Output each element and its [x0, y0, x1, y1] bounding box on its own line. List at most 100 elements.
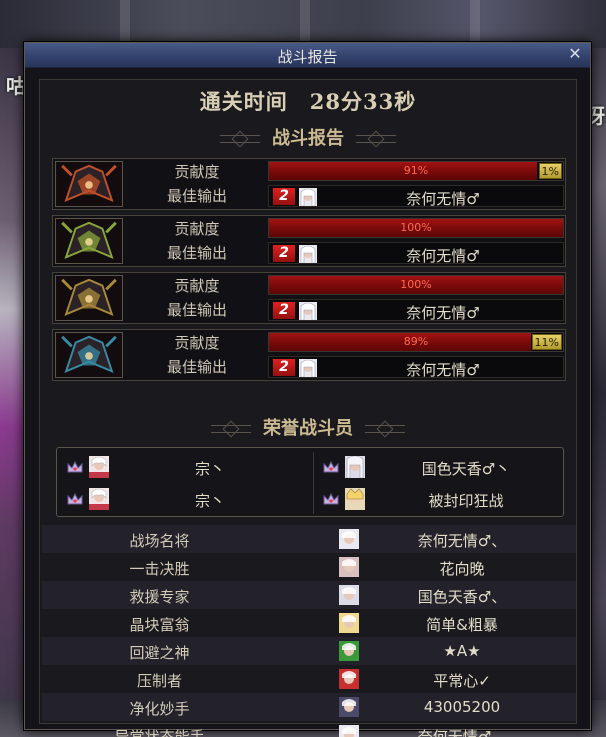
award-title: 救援专家: [129, 588, 190, 606]
honor-member[interactable]: 宗丶: [67, 454, 303, 482]
award-row: 救援专家 国色天香♂、: [42, 581, 576, 609]
avatar: [339, 529, 359, 549]
boss-portrait: [55, 218, 123, 264]
best-output-player-name: 奈何无情♂: [406, 190, 480, 208]
boss-portrait: [55, 332, 123, 378]
award-winner[interactable]: 奈何无情♂、: [372, 530, 552, 551]
award-title: 净化妙手: [129, 700, 190, 718]
avatar: [299, 188, 317, 206]
award-title: 一击决胜: [129, 560, 190, 578]
award-title: 战场名将: [129, 532, 190, 550]
award-row: 一击决胜 花向晚: [42, 553, 576, 581]
clear-time-value: 28分33秒: [309, 89, 417, 114]
best-output-player[interactable]: 2 奈何无情♂: [268, 185, 564, 208]
award-row: 异常状态能手 奈何无情♂、: [42, 721, 576, 737]
award-winner[interactable]: ★A★: [372, 642, 552, 660]
award-winner[interactable]: 简单&粗暴: [372, 614, 552, 635]
best-output-player-name: 奈何无情♂: [406, 304, 480, 322]
award-winner[interactable]: 花向晚: [372, 558, 552, 579]
award-winner[interactable]: 奈何无情♂、: [372, 726, 552, 737]
boss-contribution-row: 贡献度最佳输出 89% 11% 2 奈何无情♂: [52, 329, 566, 381]
avatar: [339, 613, 359, 633]
contribution-percent: 100%: [400, 221, 432, 234]
crown-icon: [323, 492, 339, 505]
boss-contribution-row: 贡献度 最佳输出 100% 2 奈何无情♂: [52, 272, 566, 324]
avatar: [299, 359, 317, 377]
battle-report-window: 战斗报告 ✕ 通关时间 28分33秒 战斗报告 贡献度 最佳输出 91% 1% 2 奈何无情…: [24, 42, 591, 737]
best-output-player-name: 奈何无情♂: [406, 361, 480, 379]
contribution-percent: 91%: [403, 164, 429, 177]
contribution-percent: 89%: [403, 335, 429, 348]
boss-portrait: [55, 161, 123, 207]
rank-badge: 2: [273, 302, 295, 319]
award-winner[interactable]: 平常心✓: [372, 670, 552, 691]
avatar: [339, 725, 359, 737]
award-row: 压制者 平常心✓: [42, 665, 576, 693]
award-winner[interactable]: 43005200: [372, 698, 552, 716]
contribution-extra-tag: 11%: [531, 334, 562, 350]
boss-contribution-row: 贡献度 最佳输出 91% 1% 2 奈何无情♂: [52, 158, 566, 210]
award-row: 回避之神 ★A★: [42, 637, 576, 665]
scene-stripe: [300, 0, 310, 48]
avatar: [345, 488, 365, 510]
contribution-label: 贡献度: [174, 334, 220, 352]
award-title: 晶块富翁: [129, 616, 190, 634]
award-title: 回避之神: [129, 644, 190, 662]
honor-member[interactable]: 被封印狂战: [323, 486, 559, 514]
contribution-bar: 100%: [268, 218, 564, 238]
honor-fighters-heading-text: 荣誉战斗员: [263, 418, 353, 439]
contribution-bar: 89% 11%: [268, 332, 564, 352]
award-row: 晶块富翁 简单&粗暴: [42, 609, 576, 637]
avatar: [345, 456, 365, 478]
avatar: [339, 557, 359, 577]
scene-stripe: [120, 0, 130, 48]
best-output-player[interactable]: 2 奈何无情♂: [268, 242, 564, 265]
rank-badge: 2: [273, 188, 295, 205]
avatar: [339, 697, 359, 717]
award-row: 净化妙手 43005200: [42, 693, 576, 721]
avatar: [299, 245, 317, 263]
clear-time-label: 通关时间: [199, 89, 288, 114]
honor-member[interactable]: 宗丶: [67, 486, 303, 514]
honor-member-name: 宗丶: [194, 460, 225, 478]
window-titlebar[interactable]: 战斗报告 ✕: [25, 43, 590, 68]
contribution-label: 贡献度: [174, 220, 220, 238]
rank-badge: 2: [273, 245, 295, 262]
boss-portrait: [55, 275, 123, 321]
boss-contribution-row: 贡献度最佳输出 100% 2 奈何无情♂: [52, 215, 566, 267]
award-title: 异常状态能手: [114, 728, 205, 737]
awards-table: 战场名将 奈何无情♂、 一击决胜 花向晚 救援专家 国色天香♂、 晶块富翁 简单&粗暴 回避之神…: [42, 525, 576, 737]
best-output-label: 最佳输出: [166, 244, 227, 262]
avatar: [299, 302, 317, 320]
award-row: 战场名将 奈何无情♂、: [42, 525, 576, 553]
honor-member-name: 国色天香♂丶: [421, 460, 511, 478]
crown-icon: [67, 460, 83, 473]
contribution-bar: 91% 1%: [268, 161, 564, 181]
honor-member[interactable]: 国色天香♂丶: [323, 454, 559, 482]
ornament-icon: [211, 425, 251, 433]
avatar: [89, 488, 109, 510]
avatar: [339, 641, 359, 661]
scene-stripe: [470, 0, 480, 48]
avatar: [89, 456, 109, 478]
close-icon[interactable]: ✕: [566, 45, 584, 63]
avatar: [339, 585, 359, 605]
ornament-icon: [220, 135, 260, 143]
avatar: [339, 669, 359, 689]
award-winner[interactable]: 国色天香♂、: [372, 586, 552, 607]
ornament-icon: [356, 135, 396, 143]
honor-fighters-heading: 荣誉战斗员: [40, 414, 576, 439]
contribution-label: 贡献度: [174, 277, 220, 295]
honor-member-name: 宗丶: [194, 492, 225, 510]
scene-deco-text-left: 咕: [6, 74, 26, 98]
crown-icon: [323, 460, 339, 473]
best-output-label: 最佳输出: [166, 358, 227, 376]
contribution-percent: 100%: [400, 278, 432, 291]
contribution-extra-tag: 1%: [538, 163, 562, 179]
award-title: 压制者: [136, 672, 182, 690]
window-title: 战斗报告: [277, 48, 338, 66]
contribution-label: 贡献度: [174, 163, 220, 181]
best-output-player[interactable]: 2 奈何无情♂: [268, 356, 564, 379]
contribution-bar: 100%: [268, 275, 564, 295]
best-output-player[interactable]: 2 奈何无情♂: [268, 299, 564, 322]
